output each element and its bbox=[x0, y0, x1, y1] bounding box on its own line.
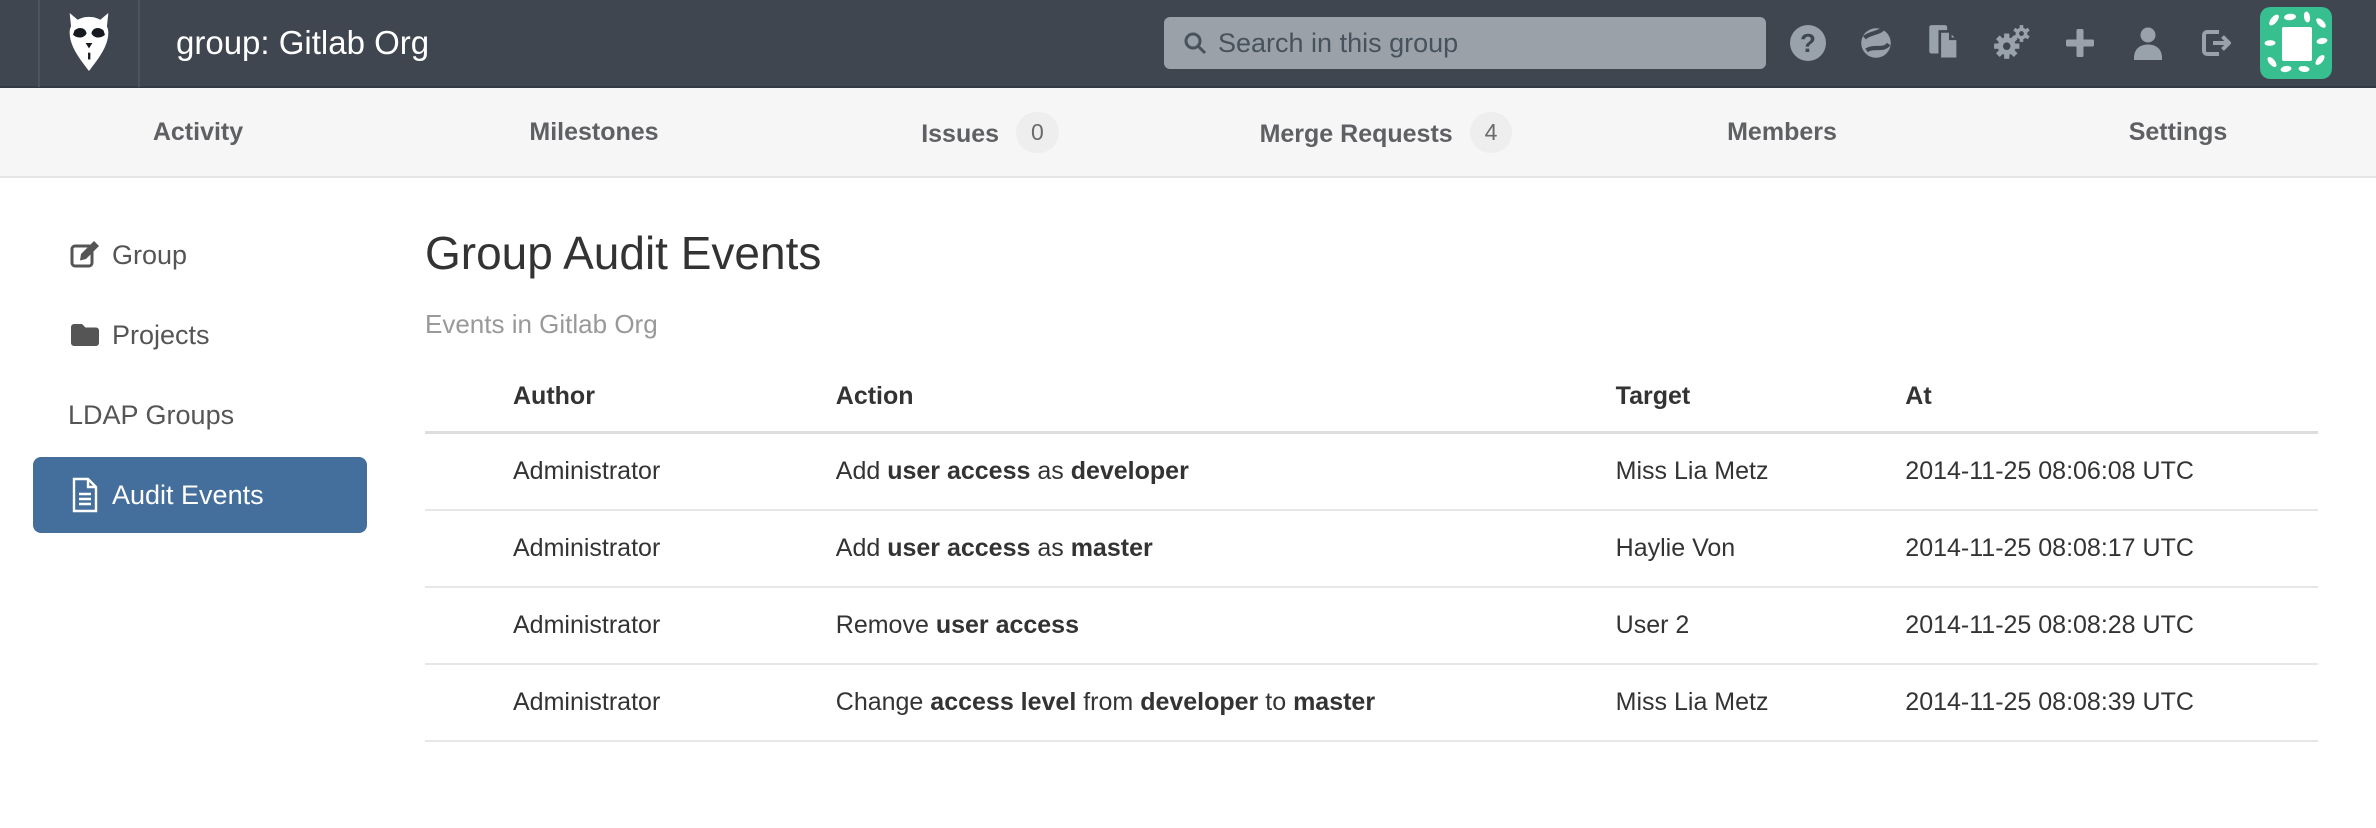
tab-issues[interactable]: Issues 0 bbox=[792, 112, 1188, 153]
page-title: Group Audit Events bbox=[425, 228, 2318, 279]
plus-icon bbox=[2063, 26, 2097, 60]
search-box[interactable] bbox=[1164, 17, 1766, 69]
group-title[interactable]: group: Gitlab Org bbox=[176, 24, 429, 62]
issues-count-badge: 0 bbox=[1016, 112, 1059, 153]
table-row: Administrator Remove user access User 2 … bbox=[425, 587, 2318, 664]
audit-events-table: Author Action Target At Administrator Ad… bbox=[425, 370, 2318, 742]
sidebar-item-audit-events-label: Audit Events bbox=[112, 480, 264, 511]
action-cell: Add user access as developer bbox=[836, 432, 1616, 510]
explore-button[interactable] bbox=[1856, 21, 1896, 65]
tab-milestones[interactable]: Milestones bbox=[396, 118, 792, 147]
target-cell: Haylie Von bbox=[1616, 510, 1906, 587]
target-cell: Miss Lia Metz bbox=[1616, 432, 1906, 510]
table-body: Administrator Add user access as develop… bbox=[425, 432, 2318, 741]
tab-settings[interactable]: Settings bbox=[1980, 118, 2376, 147]
sidebar-item-ldap-groups[interactable]: LDAP Groups bbox=[33, 377, 367, 453]
help-button[interactable]: ? bbox=[1788, 21, 1828, 65]
column-header-target: Target bbox=[1616, 370, 1906, 433]
top-navbar: group: Gitlab Org ? bbox=[0, 0, 2376, 88]
admin-area-button[interactable] bbox=[1992, 21, 2032, 65]
main-pane: Group Audit Events Events in Gitlab Org … bbox=[425, 178, 2376, 742]
table-row: Administrator Add user access as master … bbox=[425, 510, 2318, 587]
content-area: Group Projects LDAP Groups Audit Events bbox=[0, 178, 2376, 826]
sidebar-item-ldap-groups-label: LDAP Groups bbox=[68, 400, 234, 431]
tab-issues-label: Issues bbox=[921, 120, 999, 148]
tab-milestones-label: Milestones bbox=[529, 118, 658, 146]
sidebar-item-projects-label: Projects bbox=[112, 320, 210, 351]
tab-activity[interactable]: Activity bbox=[0, 118, 396, 147]
gears-icon bbox=[1992, 23, 2032, 63]
page-subtitle: Events in Gitlab Org bbox=[425, 309, 2318, 340]
sidebar-item-group-label: Group bbox=[112, 240, 187, 271]
settings-sidebar: Group Projects LDAP Groups Audit Events bbox=[0, 178, 425, 537]
copy-icon bbox=[1926, 23, 1962, 63]
new-project-button[interactable] bbox=[2060, 21, 2100, 65]
globe-icon bbox=[1857, 24, 1895, 62]
tab-settings-label: Settings bbox=[2129, 118, 2228, 146]
tab-merge-requests-label: Merge Requests bbox=[1260, 120, 1453, 148]
sidebar-item-group[interactable]: Group bbox=[33, 217, 367, 293]
gitlab-logo-link[interactable] bbox=[38, 0, 140, 87]
snippets-button[interactable] bbox=[1924, 21, 1964, 65]
sign-out-icon bbox=[2197, 24, 2235, 62]
search-input[interactable] bbox=[1218, 28, 1748, 59]
user-icon bbox=[2130, 24, 2166, 62]
author-cell: Administrator bbox=[425, 664, 836, 741]
tab-members-label: Members bbox=[1727, 118, 1837, 146]
file-text-icon bbox=[68, 476, 102, 514]
gitlab-fox-logo-icon bbox=[60, 11, 118, 75]
folder-icon bbox=[68, 316, 102, 354]
pencil-square-icon bbox=[68, 236, 102, 274]
target-cell: User 2 bbox=[1616, 587, 1906, 664]
sidebar-item-audit-events[interactable]: Audit Events bbox=[33, 457, 367, 533]
navbar-icon-buttons: ? bbox=[1788, 21, 2236, 65]
help-icon: ? bbox=[1790, 25, 1826, 61]
author-cell: Administrator bbox=[425, 510, 836, 587]
profile-button[interactable] bbox=[2128, 21, 2168, 65]
tab-members[interactable]: Members bbox=[1584, 118, 1980, 147]
sign-out-button[interactable] bbox=[2196, 21, 2236, 65]
action-cell: Change access level from developer to ma… bbox=[836, 664, 1616, 741]
avatar[interactable] bbox=[2260, 7, 2332, 79]
group-tab-bar: Activity Milestones Issues 0 Merge Reque… bbox=[0, 88, 2376, 178]
timestamp-cell: 2014-11-25 08:08:39 UTC bbox=[1905, 664, 2318, 741]
timestamp-cell: 2014-11-25 08:06:08 UTC bbox=[1905, 432, 2318, 510]
merge-requests-count-badge: 4 bbox=[1470, 112, 1513, 153]
column-header-action: Action bbox=[836, 370, 1616, 433]
author-cell: Administrator bbox=[425, 432, 836, 510]
table-header-row: Author Action Target At bbox=[425, 370, 2318, 433]
author-cell: Administrator bbox=[425, 587, 836, 664]
column-header-at: At bbox=[1905, 370, 2318, 433]
table-row: Administrator Change access level from d… bbox=[425, 664, 2318, 741]
sidebar-item-projects[interactable]: Projects bbox=[33, 297, 367, 373]
target-cell: Miss Lia Metz bbox=[1616, 664, 1906, 741]
action-cell: Remove user access bbox=[836, 587, 1616, 664]
table-row: Administrator Add user access as develop… bbox=[425, 432, 2318, 510]
search-icon bbox=[1182, 30, 1208, 56]
tab-merge-requests[interactable]: Merge Requests 4 bbox=[1188, 112, 1584, 153]
timestamp-cell: 2014-11-25 08:08:28 UTC bbox=[1905, 587, 2318, 664]
column-header-author: Author bbox=[425, 370, 836, 433]
timestamp-cell: 2014-11-25 08:08:17 UTC bbox=[1905, 510, 2318, 587]
action-cell: Add user access as master bbox=[836, 510, 1616, 587]
tab-activity-label: Activity bbox=[153, 118, 243, 146]
